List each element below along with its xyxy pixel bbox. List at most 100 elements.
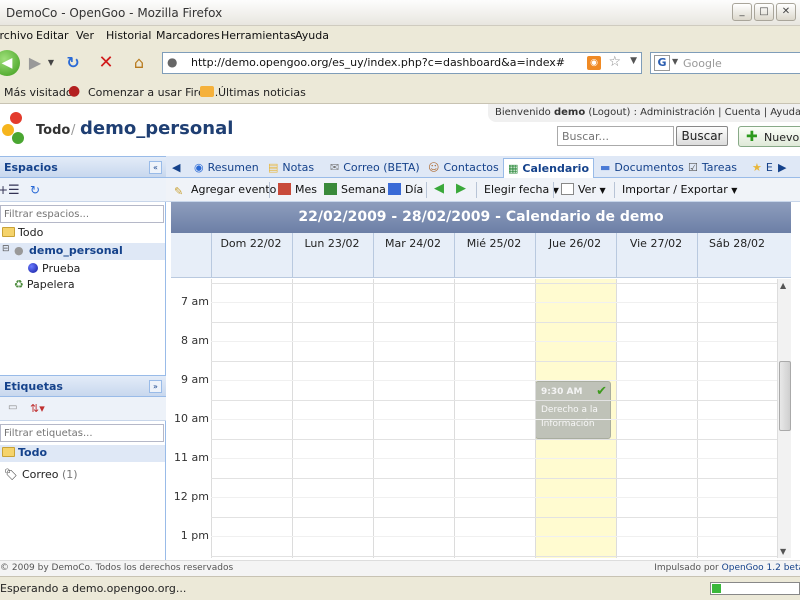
scroll-down-icon[interactable]: ▼ <box>780 547 786 556</box>
scrollbar-thumb[interactable] <box>779 361 791 431</box>
choose-date-button[interactable]: Elegir fecha ▼ <box>484 183 559 196</box>
menu-marcadores[interactable]: Marcadores <box>156 29 220 42</box>
tags-filter-input[interactable] <box>0 424 164 442</box>
tag-item-correo[interactable]: 🏷 Correo (1) <box>4 468 78 481</box>
tab-correo[interactable]: ✉ Correo (BETA) <box>326 158 424 178</box>
previous-week-icon[interactable]: ◀ <box>434 181 444 196</box>
list-view-icon[interactable]: ☰ <box>8 183 20 198</box>
day-header-divider <box>616 233 617 278</box>
day-header-5[interactable]: Vie 27/02 <box>616 237 696 250</box>
sort-icon[interactable]: ⇅▾ <box>30 402 45 415</box>
admin-link[interactable]: Administración <box>640 107 715 118</box>
minimize-icon[interactable]: _ <box>732 3 752 21</box>
menu-bar: Archivo Editar Ver Historial Marcadores … <box>0 26 800 46</box>
spaces-filter-input[interactable] <box>0 205 164 223</box>
site-identity-icon[interactable]: ● <box>167 55 177 69</box>
breadcrumb-root[interactable]: Todo <box>36 123 70 138</box>
day-header-2[interactable]: Mar 24/02 <box>373 237 453 250</box>
tag-all-text: Todo <box>18 446 48 459</box>
day-header-0[interactable]: Dom 22/02 <box>211 237 291 250</box>
new-button[interactable]: ✚ Nuevo <box>738 126 800 147</box>
collapse-minus-icon[interactable]: ⊟ <box>2 244 10 254</box>
url-text[interactable]: http://demo.opengoo.org/es_uy/index.php?… <box>191 56 565 69</box>
tree-item-label: Todo <box>18 226 44 239</box>
docs-icon: ▬ <box>600 161 611 174</box>
browser-search-box[interactable]: G ▼ Google <box>650 52 800 74</box>
view-menu-button[interactable]: Ver ▼ <box>561 183 606 196</box>
week-view-button[interactable]: Semana <box>324 183 386 196</box>
calendar-scrollbar[interactable]: ▲ ▼ <box>777 279 791 558</box>
tree-item-label: Prueba <box>42 262 81 275</box>
search-button[interactable]: Buscar <box>676 126 728 146</box>
powered-prefix: Impulsado por <box>654 563 719 573</box>
calendar-grid[interactable]: 9:30 AM ✔ Derecho a la Información 7 am 8… <box>171 279 777 558</box>
tab-documentos[interactable]: ▬ Documentos <box>596 158 688 178</box>
stop-icon[interactable]: ✕ <box>95 52 117 74</box>
menu-ayuda[interactable]: Ayuda <box>295 29 329 42</box>
google-engine-icon[interactable]: G <box>654 55 670 71</box>
scroll-up-icon[interactable]: ▲ <box>780 281 786 290</box>
reload-icon[interactable]: ↻ <box>62 52 84 74</box>
import-export-button[interactable]: Importar / Exportar ▼ <box>622 183 737 196</box>
spaces-title: Espacios <box>4 161 58 174</box>
half-hour-gridline <box>211 497 777 498</box>
bookmark-latest-news[interactable]: Últimas noticias <box>218 86 306 99</box>
day-header-3[interactable]: Mié 25/02 <box>454 237 534 250</box>
menu-archivo[interactable]: Archivo <box>0 29 33 42</box>
tab-contactos[interactable]: ☺ Contactos <box>424 158 503 178</box>
rss-feed-icon[interactable]: ◉ <box>587 56 601 70</box>
logout-link[interactable]: (Logout) <box>588 107 630 118</box>
month-icon <box>278 183 291 195</box>
tab-label: Documentos <box>614 161 684 174</box>
tabs-scroll-right-icon[interactable]: ▶ <box>776 158 788 178</box>
calendar-icon: ▦ <box>508 162 519 175</box>
menu-editar[interactable]: Editar <box>36 29 69 42</box>
tab-tareas[interactable]: ☑ Tareas <box>684 158 741 178</box>
home-icon[interactable]: ⌂ <box>128 52 150 74</box>
collapse-down-icon[interactable]: » <box>149 380 162 393</box>
hour-gridline <box>211 556 777 557</box>
loading-progress <box>710 582 800 595</box>
menu-historial[interactable]: Historial <box>106 29 151 42</box>
day-header-1[interactable]: Lun 23/02 <box>292 237 372 250</box>
url-dropdown-icon[interactable]: ▼ <box>630 56 637 66</box>
tree-item-todo[interactable]: Todo <box>2 226 43 239</box>
menu-herramientas[interactable]: Herramientas <box>221 29 296 42</box>
day-view-button[interactable]: Día <box>388 183 423 196</box>
maximize-icon[interactable]: □ <box>754 3 774 21</box>
next-week-icon[interactable]: ▶ <box>456 181 466 196</box>
tab-resumen[interactable]: ◉ Resumen <box>190 158 263 178</box>
month-view-button[interactable]: Mes <box>278 183 317 196</box>
refresh-icon[interactable]: ↻ <box>30 183 40 197</box>
engine-dropdown-icon[interactable]: ▼ <box>672 57 678 66</box>
address-bar[interactable]: ● http://demo.opengoo.org/es_uy/index.ph… <box>162 52 642 74</box>
add-space-icon[interactable]: + <box>0 183 8 197</box>
day-header-4[interactable]: Jue 26/02 <box>535 237 615 250</box>
bookmark-star-icon[interactable]: ☆ <box>608 54 621 70</box>
tab-calendario[interactable]: ▦ Calendario <box>503 158 595 178</box>
help-link[interactable]: Ayuda <box>770 107 800 118</box>
tag-view-icon[interactable]: ▭ <box>8 402 17 413</box>
tree-item-papelera[interactable]: ♻ Papelera <box>14 278 75 291</box>
search-input[interactable] <box>557 126 674 146</box>
user-links: Bienvenido demo (Logout) : Administració… <box>488 104 800 122</box>
tree-item-prueba[interactable]: Prueba <box>28 262 80 275</box>
tag-item-todo[interactable]: Todo <box>0 445 165 462</box>
tab-extra[interactable]: ★ E <box>748 158 777 178</box>
back-arrow-icon[interactable]: ◀ <box>0 50 20 76</box>
opengoo-link[interactable]: OpenGoo 1.2 beta <box>722 563 800 573</box>
tabs-scroll-left-icon[interactable]: ◀ <box>170 158 182 178</box>
menu-ver[interactable]: Ver <box>76 29 94 42</box>
close-window-icon[interactable]: ✕ <box>776 3 796 21</box>
account-link[interactable]: Cuenta <box>725 107 761 118</box>
tree-item-demo-personal[interactable]: ⊟ ● demo_personal <box>0 243 165 260</box>
hour-label: 10 am <box>174 412 209 425</box>
day-header-6[interactable]: Sáb 28/02 <box>697 237 777 250</box>
tab-notas[interactable]: ▤ Notas <box>264 158 318 178</box>
calendar-event[interactable]: 9:30 AM ✔ Derecho a la Información <box>535 380 611 439</box>
checkmark-icon[interactable]: ✔ <box>596 384 607 399</box>
bookmark-getting-started[interactable]: Comenzar a usar Firef... <box>88 86 218 99</box>
collapse-left-icon[interactable]: « <box>149 161 162 174</box>
history-dropdown-icon[interactable]: ▼ <box>40 52 62 74</box>
add-event-button[interactable]: ✎ Agregar evento <box>174 183 276 198</box>
